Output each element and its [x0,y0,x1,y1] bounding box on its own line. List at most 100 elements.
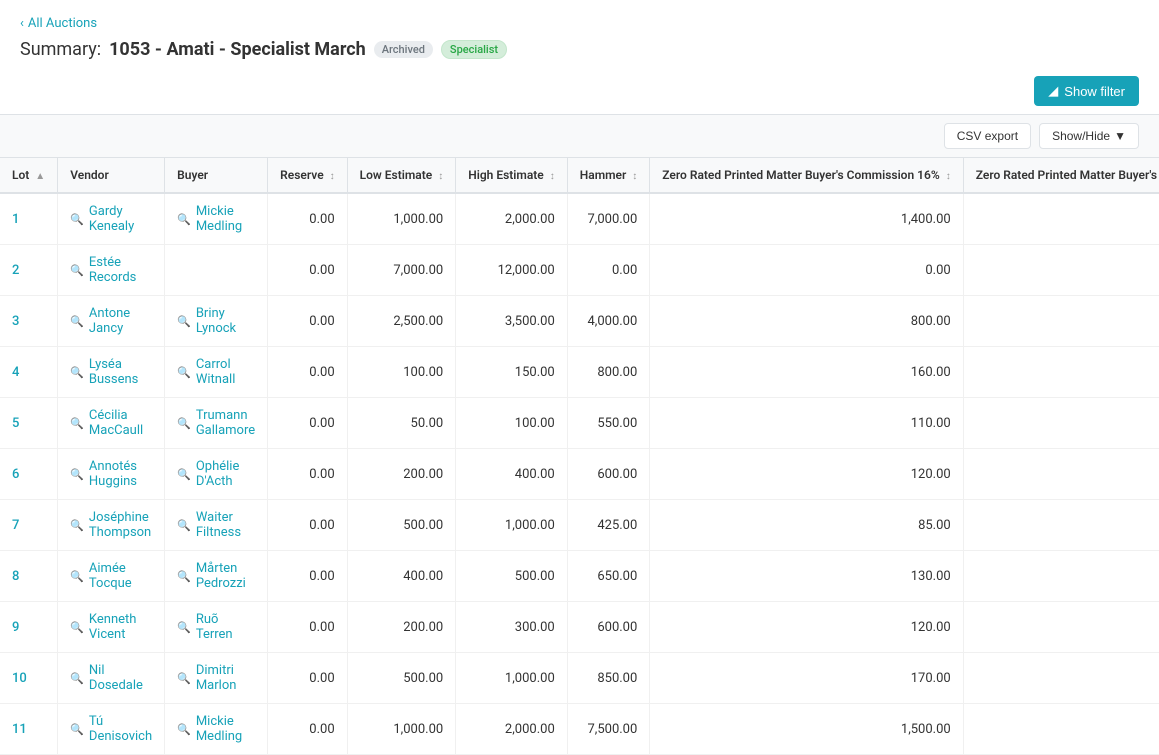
vendor-name[interactable]: Annotés Huggins [89,459,152,489]
lot-link[interactable]: 7 [12,518,19,533]
col-header-reserve[interactable]: Reserve ↕ [268,158,348,193]
vendor-name[interactable]: Antone Jancy [89,306,152,336]
lot-link[interactable]: 6 [12,467,19,482]
buyer-name[interactable]: Briny Lynock [196,306,255,336]
col-header-lot[interactable]: Lot ▲ [0,158,58,193]
buyer-name[interactable]: Ophélie D'Acth [196,459,255,489]
search-icon: 🔍 [177,723,191,736]
col-header-hammer[interactable]: Hammer ↕ [567,158,650,193]
vendor-name[interactable]: Lyséa Bussens [89,357,152,387]
vendor-cell-content: 🔍Lyséa Bussens [70,357,152,387]
buyer-name[interactable]: Mårten Pedrozzi [196,561,255,591]
cell-vendor: 🔍 Nil Dosedale [58,653,165,704]
buyer-name[interactable]: Carrol Witnall [196,357,255,387]
cell-hammer: 650.00 [567,551,650,602]
buyer-name[interactable]: Mickie Medling [196,204,255,234]
col-header-low-estimate[interactable]: Low Estimate ↕ [347,158,456,193]
cell-vendor: 🔍Antone Jancy [58,296,165,347]
cell-zrpm16: 170.00 [650,653,963,704]
cell-zrpm16: 120.00 [650,602,963,653]
cell-high-estimate: 150.00 [456,347,568,398]
back-link-label: All Auctions [28,16,97,31]
table-controls: CSV export Show/Hide ▼ [0,114,1159,158]
filter-icon: ◢ [1048,83,1058,99]
lot-link[interactable]: 9 [12,620,19,635]
vendor-name[interactable]: Estée Records [89,255,152,285]
cell-reserve: 0.00 [268,296,348,347]
lot-link[interactable]: 1 [12,212,19,227]
cell-lot: 1 [0,193,58,245]
cell-lot: 7 [0,500,58,551]
cell-low-estimate: 200.00 [347,602,456,653]
vendor-name[interactable]: Aimée Tocque [89,561,152,591]
table-row: 10🔍Nil Dosedale🔍Dimitri Marlon0.00500.00… [0,653,1159,704]
cell-buyer: 🔍Ruõ Terren [165,602,268,653]
cell-zrpm2 [963,347,1159,398]
vendor-name[interactable]: Joséphine Thompson [89,510,152,540]
cell-zrpm2 [963,602,1159,653]
cell-zrpm2 [963,245,1159,296]
buyer-name[interactable]: Waiter Filtness [196,510,255,540]
badge-specialist: Specialist [441,40,507,59]
show-filter-button[interactable]: ◢ Show filter [1034,76,1139,106]
vendor-cell-content: 🔍Kenneth Vicent [70,612,152,642]
cell-lot: 8 [0,551,58,602]
cell-buyer: 🔍Waiter Filtness [165,500,268,551]
buyer-name[interactable]: Mickie Medling [196,714,255,744]
search-icon: 🔍 [70,672,84,685]
cell-zrpm16: 120.00 [650,449,963,500]
col-header-high-estimate[interactable]: High Estimate ↕ [456,158,568,193]
cell-zrpm16: 800.00 [650,296,963,347]
cell-high-estimate: 2,000.00 [456,193,568,245]
vendor-cell-content: 🔍Estée Records [70,255,152,285]
lot-link[interactable]: 10 [12,671,27,686]
show-hide-button[interactable]: Show/Hide ▼ [1039,123,1139,149]
cell-low-estimate: 2,500.00 [347,296,456,347]
vendor-name[interactable]: Tú Denisovich [89,714,152,744]
buyer-cell-content: 🔍 Mickie Medling [177,714,255,744]
cell-hammer: 0.00 [567,245,650,296]
cell-vendor: 🔍Gardy Kenealy [58,193,165,245]
cell-reserve: 0.00 [268,245,348,296]
sort-icon-low-estimate: ↕ [438,171,443,182]
search-icon: 🔍 [177,213,191,226]
table-row: 4🔍Lyséa Bussens🔍Carrol Witnall0.00100.00… [0,347,1159,398]
vendor-name[interactable]: Cécilia MacCaull [89,408,152,438]
csv-export-button[interactable]: CSV export [944,123,1031,149]
lot-link[interactable]: 3 [12,314,19,329]
vendor-name[interactable]: Kenneth Vicent [89,612,152,642]
cell-low-estimate: 400.00 [347,551,456,602]
cell-reserve: 0.00 [268,347,348,398]
cell-zrpm16: 1,400.00 [650,193,963,245]
vendor-cell-content: 🔍Gardy Kenealy [70,204,152,234]
lot-link[interactable]: 11 [12,722,27,737]
buyer-name[interactable]: Trumann Gallamore [196,408,255,438]
col-header-zrpm16[interactable]: Zero Rated Printed Matter Buyer's Commis… [650,158,963,193]
cell-reserve: 0.00 [268,193,348,245]
cell-zrpm16: 0.00 [650,245,963,296]
table-header-row: Lot ▲ Vendor Buyer Reserve ↕ Low Estimat… [0,158,1159,193]
lot-link[interactable]: 4 [12,365,19,380]
lot-link[interactable]: 8 [12,569,19,584]
table-row: 5🔍Cécilia MacCaull🔍Trumann Gallamore0.00… [0,398,1159,449]
search-icon: 🔍 [177,468,191,481]
lot-link[interactable]: 2 [12,263,19,278]
table-row: 3🔍Antone Jancy🔍Briny Lynock0.002,500.003… [0,296,1159,347]
vendor-name[interactable]: Gardy Kenealy [89,204,152,234]
cell-lot: 9 [0,602,58,653]
cell-buyer: 🔍Briny Lynock [165,296,268,347]
page-title: Summary: 1053 - Amati - Specialist March… [20,39,1139,60]
buyer-name[interactable]: Ruõ Terren [196,612,255,642]
cell-vendor: 🔍Cécilia MacCaull [58,398,165,449]
buyer-name[interactable]: Dimitri Marlon [196,663,255,693]
table-row: 7🔍Joséphine Thompson🔍Waiter Filtness0.00… [0,500,1159,551]
cell-vendor: 🔍Tú Denisovich [58,704,165,755]
back-link[interactable]: ‹ All Auctions [20,16,97,31]
cell-lot: 5 [0,398,58,449]
search-icon: 🔍 [177,366,191,379]
vendor-cell-content: 🔍Annotés Huggins [70,459,152,489]
vendor-name[interactable]: Nil Dosedale [89,663,152,693]
cell-lot: 2 [0,245,58,296]
cell-hammer: 800.00 [567,347,650,398]
lot-link[interactable]: 5 [12,416,19,431]
